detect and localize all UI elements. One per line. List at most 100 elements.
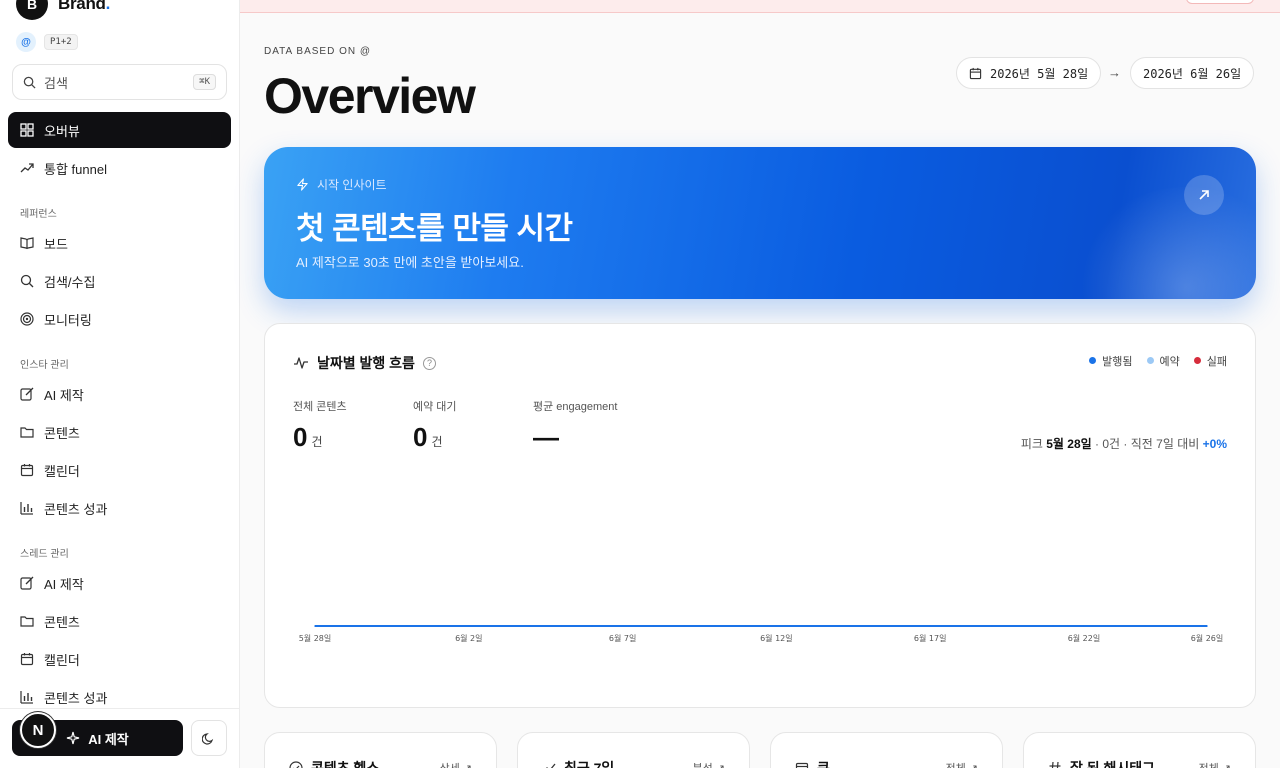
account-avatar[interactable]: @ [16, 32, 36, 52]
peak-prefix: 피크 [1020, 437, 1043, 451]
date-start-picker[interactable]: 2026년 5월 28일 [956, 57, 1102, 89]
recent-7days-action[interactable]: 분석 ↗ [692, 760, 725, 768]
data-point[interactable] [960, 625, 962, 627]
nav-threads-ai-label: AI 제작 [44, 576, 84, 592]
search-box[interactable]: 검색 ⌘K [12, 64, 227, 100]
data-point[interactable] [344, 625, 347, 627]
data-point[interactable] [867, 625, 870, 627]
brand-logo: B [16, 0, 48, 20]
nav-board-label: 보드 [44, 236, 68, 252]
data-point[interactable] [560, 625, 562, 627]
data-point[interactable] [1083, 625, 1085, 627]
stat-scheduled-unit: 건 [431, 435, 443, 449]
date-end-value: 2026년 6월 26일 [1143, 66, 1242, 81]
nav-funnel-label: 통합 funnel [44, 161, 107, 177]
content-health-card[interactable]: 콘텐츠 헬스 상세 ↗ [264, 732, 497, 768]
legend-published-label: 발행됨 [1102, 356, 1133, 368]
data-point[interactable] [1175, 625, 1178, 627]
hero-open-button[interactable] [1184, 175, 1224, 215]
nav-overview[interactable]: 오버뷰 [8, 112, 231, 148]
user-avatar[interactable]: N [20, 712, 56, 748]
data-point[interactable] [437, 625, 439, 627]
top-hashtags-label: 잘 된 해시태그 [1070, 760, 1156, 768]
data-point[interactable] [837, 625, 839, 627]
data-point[interactable] [591, 625, 593, 627]
radar-icon [20, 312, 34, 326]
legend-published: 발행됨 [1089, 353, 1133, 369]
data-point[interactable] [1144, 625, 1147, 627]
data-point[interactable] [375, 625, 378, 627]
search-icon [23, 76, 36, 89]
top-hashtags-action[interactable]: 전체 ↗ [1198, 760, 1231, 768]
data-point[interactable] [1021, 625, 1024, 627]
publish-flow-chart: 5월 28일 6월 2일 6월 7일 6월 12일 6월 17일 6월 22일 6월 26일 [299, 625, 1223, 643]
recent-7days-title: 최근 7일 [542, 758, 614, 768]
data-point[interactable] [714, 625, 716, 627]
nav-insta-calendar-label: 캘린더 [44, 463, 80, 479]
date-end-picker[interactable]: 2026년 6월 26일 [1130, 57, 1255, 89]
nav-insta-content[interactable]: 콘텐츠 [8, 414, 231, 450]
data-point[interactable] [929, 625, 931, 627]
data-point[interactable] [744, 625, 747, 627]
data-point[interactable] [1052, 625, 1055, 627]
data-point[interactable] [314, 625, 316, 627]
recent-7days-card[interactable]: 최근 7일 분석 ↗ [517, 732, 750, 768]
data-point[interactable] [529, 625, 532, 627]
help-icon[interactable]: ? [422, 356, 436, 370]
nav-threads-content[interactable]: 콘텐츠 [8, 603, 231, 639]
calendar-icon [20, 653, 34, 666]
data-point[interactable] [990, 625, 993, 627]
section-title-reference: 레퍼런스 [20, 209, 57, 220]
edit-icon [20, 576, 34, 590]
queue-action[interactable]: 전체 ↗ [945, 760, 978, 768]
data-point[interactable] [406, 625, 409, 627]
nav-monitoring[interactable]: 모니터링 [8, 301, 231, 337]
queue-card[interactable]: 큐 전체 ↗ [770, 732, 1003, 768]
compare-value: +0% [1202, 437, 1227, 451]
content-health-action[interactable]: 상세 ↗ [439, 760, 472, 768]
book-icon [20, 237, 34, 250]
peak-count: · 0건 [1095, 437, 1121, 451]
nav-search-collect[interactable]: 검색/수집 [8, 263, 231, 299]
stat-engagement: 평균 engagement — [533, 398, 617, 453]
data-point[interactable] [1113, 625, 1116, 627]
bar-chart-icon [20, 691, 33, 704]
top-hashtags-title: 잘 된 해시태그 [1048, 758, 1155, 768]
theme-toggle-button[interactable] [191, 720, 227, 756]
nav-insta-ai[interactable]: AI 제작 [8, 376, 231, 412]
date-range-arrow: → [1108, 65, 1121, 80]
data-point[interactable] [683, 625, 685, 627]
brand-name: Brand. [58, 0, 110, 14]
data-point[interactable] [621, 625, 624, 627]
stat-total-value: 0 [293, 422, 308, 452]
data-point[interactable] [498, 625, 501, 627]
nav-threads-calendar[interactable]: 캘린더 [8, 641, 231, 677]
data-point[interactable] [898, 625, 901, 627]
queue-title: 큐 [795, 758, 830, 768]
data-point[interactable] [775, 625, 778, 627]
brand[interactable]: B Brand. [16, 0, 110, 20]
data-point[interactable] [467, 625, 470, 627]
stat-total-content: 전체 콘텐츠 0건 [293, 398, 347, 453]
compare-label: · 직전 7일 대비 [1123, 437, 1200, 451]
nav-insta-performance[interactable]: 콘텐츠 성과 [8, 490, 231, 526]
data-point[interactable] [1206, 625, 1208, 627]
data-point[interactable] [652, 625, 655, 627]
sparkle-icon [67, 731, 80, 745]
legend-dot-scheduled [1146, 357, 1154, 364]
nav-overview-label: 오버뷰 [44, 123, 80, 139]
top-hashtags-card[interactable]: 잘 된 해시태그 전체 ↗ [1023, 732, 1256, 768]
moon-icon [202, 733, 214, 745]
publish-flow-card: 날짜별 발행 흐름 ? 발행됨 예약 실패 전체 콘텐츠 0건 예약 대기 0건… [264, 323, 1256, 708]
edit-icon [20, 387, 34, 401]
insight-banner[interactable]: 시작 인사이트 첫 콘텐츠를 만들 시간 AI 제작으로 30초 만에 초안을 … [264, 147, 1256, 299]
nav-funnel[interactable]: 통합 funnel [8, 150, 231, 186]
nav-insta-calendar[interactable]: 캘린더 [8, 452, 231, 488]
top-banner-button[interactable] [1186, 0, 1254, 4]
data-point[interactable] [806, 625, 808, 627]
ai-create-label: AI 제작 [88, 731, 129, 747]
x-tick-label: 6월 17일 [914, 633, 947, 643]
content-health-label: 콘텐츠 헬스 [311, 760, 380, 768]
nav-threads-ai[interactable]: AI 제작 [8, 565, 231, 601]
nav-board[interactable]: 보드 [8, 225, 231, 261]
